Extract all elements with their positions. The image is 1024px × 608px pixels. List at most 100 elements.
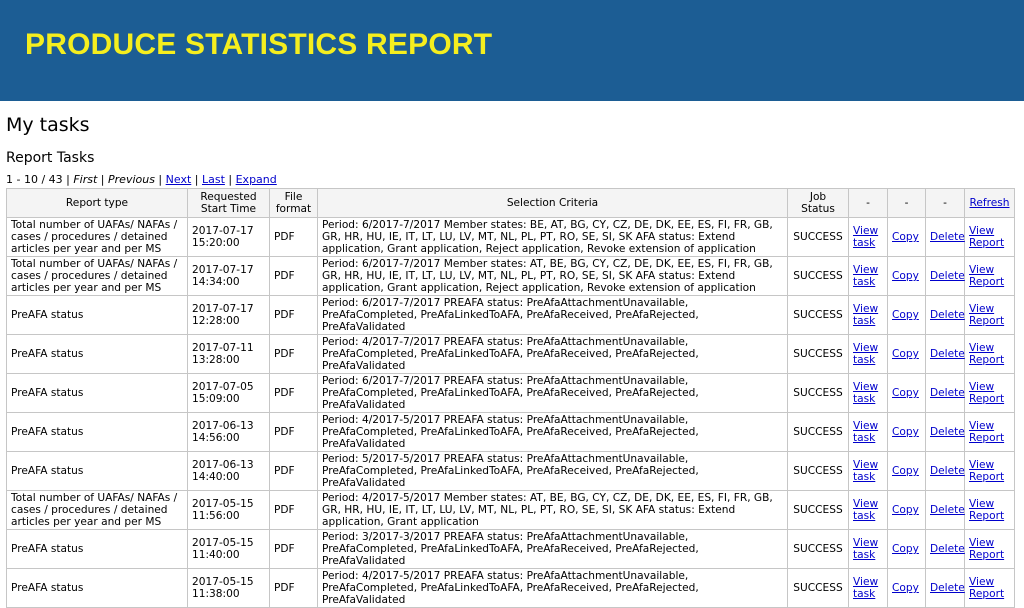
cell-file-format: PDF <box>269 295 318 335</box>
cell-date: 2017-07-17 <box>192 303 254 315</box>
cell-view-task: View task <box>848 295 888 335</box>
cell-date: 2017-06-13 <box>192 459 254 471</box>
refresh-link[interactable]: Refresh <box>969 197 1009 209</box>
cell-job-status: SUCCESS <box>787 412 849 452</box>
report-tasks-table: Report type Requested Start Time File fo… <box>6 188 1015 608</box>
delete-link[interactable]: Delete <box>930 309 965 321</box>
pager-next-link[interactable]: Next <box>166 173 192 186</box>
cell-view-report: View Report <box>964 568 1015 608</box>
cell-report-type: PreAFA status <box>6 568 188 608</box>
view-task-link[interactable]: View task <box>853 264 878 288</box>
view-report-link[interactable]: View Report <box>969 420 1004 444</box>
copy-link[interactable]: Copy <box>892 309 919 321</box>
copy-link[interactable]: Copy <box>892 465 919 477</box>
table-row: Total number of UAFAs/ NAFAs / cases / p… <box>6 256 1015 296</box>
cell-time: 11:40:00 <box>192 549 240 561</box>
cell-selection-criteria: Period: 6/2017-7/2017 Member states: BE,… <box>317 217 788 257</box>
view-report-link[interactable]: View Report <box>969 576 1004 600</box>
view-task-link[interactable]: View task <box>853 381 878 405</box>
table-header-row: Report type Requested Start Time File fo… <box>6 188 1015 218</box>
view-report-link[interactable]: View Report <box>969 264 1004 288</box>
view-report-link[interactable]: View Report <box>969 342 1004 366</box>
table-row: PreAFA status 2017-06-13 14:56:00 PDF Period… <box>6 412 1015 452</box>
view-report-link[interactable]: View Report <box>969 537 1004 561</box>
cell-view-task: View task <box>848 334 888 374</box>
cell-job-status: SUCCESS <box>787 295 849 335</box>
cell-requested-start: 2017-06-13 14:56:00 <box>187 412 270 452</box>
copy-link[interactable]: Copy <box>892 582 919 594</box>
copy-link[interactable]: Copy <box>892 270 919 282</box>
view-report-link[interactable]: View Report <box>969 303 1004 327</box>
cell-requested-start: 2017-05-15 11:40:00 <box>187 529 270 569</box>
cell-copy: Copy <box>887 373 926 413</box>
cell-date: 2017-05-15 <box>192 498 254 510</box>
copy-link[interactable]: Copy <box>892 387 919 399</box>
cell-view-report: View Report <box>964 529 1015 569</box>
view-task-link[interactable]: View task <box>853 342 878 366</box>
cell-job-status: SUCCESS <box>787 451 849 491</box>
cell-copy: Copy <box>887 295 926 335</box>
delete-link[interactable]: Delete <box>930 270 965 282</box>
pager: 1 - 10 / 43 | First | Previous | Next | … <box>6 173 277 186</box>
table-row: PreAFA status 2017-05-15 11:40:00 PDF Period… <box>6 529 1015 569</box>
view-task-link[interactable]: View task <box>853 537 878 561</box>
delete-link[interactable]: Delete <box>930 426 965 438</box>
main-content: My tasks Report Tasks 1 - 10 / 43 | Firs… <box>0 113 1024 608</box>
cell-view-report: View Report <box>964 334 1015 374</box>
cell-delete: Delete <box>925 412 965 452</box>
cell-job-status: SUCCESS <box>787 529 849 569</box>
view-report-link[interactable]: View Report <box>969 459 1004 483</box>
copy-link[interactable]: Copy <box>892 231 919 243</box>
view-task-link[interactable]: View task <box>853 420 878 444</box>
cell-job-status: SUCCESS <box>787 256 849 296</box>
header-report-type: Report type <box>6 188 188 218</box>
cell-date: 2017-07-11 <box>192 342 254 354</box>
view-task-link[interactable]: View task <box>853 498 878 522</box>
delete-link[interactable]: Delete <box>930 231 965 243</box>
cell-requested-start: 2017-07-11 13:28:00 <box>187 334 270 374</box>
view-task-link[interactable]: View task <box>853 576 878 600</box>
cell-report-type: PreAFA status <box>6 334 188 374</box>
delete-link[interactable]: Delete <box>930 348 965 360</box>
cell-selection-criteria: Period: 6/2017-7/2017 PREAFA status: Pre… <box>317 295 788 335</box>
pager-expand-link[interactable]: Expand <box>236 173 277 186</box>
cell-job-status: SUCCESS <box>787 373 849 413</box>
cell-view-task: View task <box>848 217 888 257</box>
delete-link[interactable]: Delete <box>930 504 965 516</box>
copy-link[interactable]: Copy <box>892 348 919 360</box>
banner-title: PRODUCE STATISTICS REPORT <box>25 28 493 61</box>
cell-report-type: Total number of UAFAs/ NAFAs / cases / p… <box>6 490 188 530</box>
view-task-link[interactable]: View task <box>853 303 878 327</box>
copy-link[interactable]: Copy <box>892 426 919 438</box>
cell-view-task: View task <box>848 412 888 452</box>
cell-requested-start: 2017-07-05 15:09:00 <box>187 373 270 413</box>
cell-time: 12:28:00 <box>192 315 240 327</box>
cell-view-report: View Report <box>964 490 1015 530</box>
section-title: Report Tasks <box>6 150 95 166</box>
cell-delete: Delete <box>925 490 965 530</box>
cell-date: 2017-05-15 <box>192 537 254 549</box>
delete-link[interactable]: Delete <box>930 543 965 555</box>
pager-last-link[interactable]: Last <box>202 173 225 186</box>
view-report-link[interactable]: View Report <box>969 498 1004 522</box>
cell-time: 15:20:00 <box>192 237 240 249</box>
view-task-link[interactable]: View task <box>853 225 878 249</box>
delete-link[interactable]: Delete <box>930 387 965 399</box>
cell-time: 14:56:00 <box>192 432 240 444</box>
cell-view-task: View task <box>848 529 888 569</box>
cell-copy: Copy <box>887 334 926 374</box>
cell-time: 11:56:00 <box>192 510 240 522</box>
view-report-link[interactable]: View Report <box>969 381 1004 405</box>
copy-link[interactable]: Copy <box>892 543 919 555</box>
cell-report-type: PreAFA status <box>6 529 188 569</box>
cell-copy: Copy <box>887 451 926 491</box>
delete-link[interactable]: Delete <box>930 582 965 594</box>
delete-link[interactable]: Delete <box>930 465 965 477</box>
cell-file-format: PDF <box>269 334 318 374</box>
view-report-link[interactable]: View Report <box>969 225 1004 249</box>
cell-report-type: Total number of UAFAs/ NAFAs / cases / p… <box>6 256 188 296</box>
cell-view-task: View task <box>848 373 888 413</box>
view-task-link[interactable]: View task <box>853 459 878 483</box>
header-job-status: Job Status <box>787 188 849 218</box>
copy-link[interactable]: Copy <box>892 504 919 516</box>
